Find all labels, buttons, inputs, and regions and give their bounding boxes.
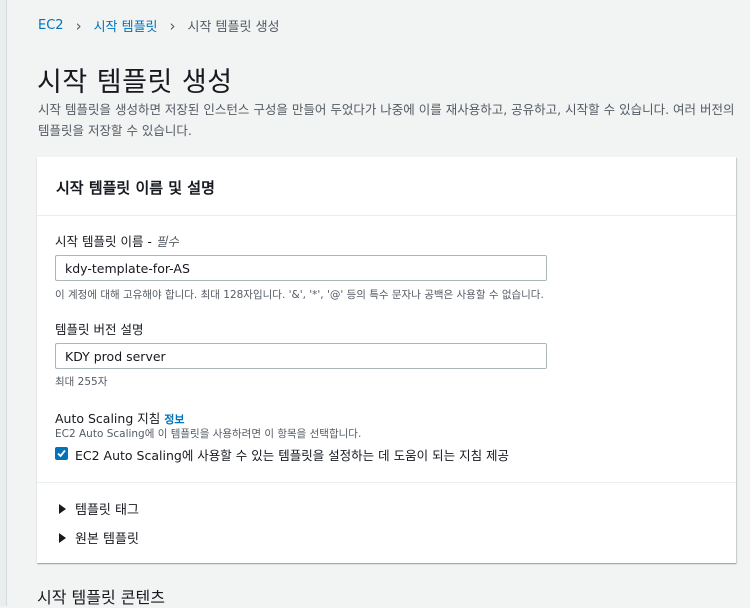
expander-label: 템플릿 태그 — [75, 503, 139, 518]
divider — [37, 482, 736, 483]
template-name-input[interactable] — [55, 255, 547, 281]
autoscaling-hint: EC2 Auto Scaling에 이 템플릿을 사용하려면 이 항목을 선택합… — [55, 428, 362, 440]
chevron-right-icon: › — [75, 16, 82, 35]
page-title: 시작 템플릿 생성 — [37, 67, 233, 98]
autoscaling-checkbox-label[interactable]: EC2 Auto Scaling에 사용할 수 있는 템플릿을 설정하는 데 도… — [75, 445, 509, 464]
breadcrumb-link-ec2[interactable]: EC2 — [38, 18, 64, 33]
breadcrumb-current: 시작 템플릿 생성 — [187, 20, 280, 35]
page-description: 시작 템플릿을 생성하면 저장된 인스턴스 구성을 만들어 두었다가 나중에 이… — [38, 102, 735, 138]
expander-source-template[interactable]: 원본 템플릿 — [59, 528, 139, 547]
template-name-panel: 시작 템플릿 이름 및 설명 시작 템플릿 이름 - 필수 이 계정에 대해 고… — [37, 157, 736, 563]
template-name-label-text: 시작 템플릿 이름 - — [55, 234, 156, 249]
breadcrumb-link-launch-templates[interactable]: 시작 템플릿 — [94, 16, 158, 35]
autoscaling-label-text: Auto Scaling 지침 — [55, 411, 161, 426]
side-nav-strip — [0, 0, 7, 606]
version-description-label: 템플릿 버전 설명 — [55, 322, 144, 337]
panel-title: 시작 템플릿 이름 및 설명 — [56, 179, 215, 197]
breadcrumb: EC2 › 시작 템플릿 › 시작 템플릿 생성 — [38, 16, 280, 36]
autoscaling-label: Auto Scaling 지침 정보 — [55, 408, 185, 427]
info-link[interactable]: 정보 — [164, 413, 184, 426]
required-marker: 필수 — [155, 234, 179, 249]
version-description-input[interactable] — [55, 343, 547, 369]
caret-right-icon — [59, 503, 66, 514]
section-title-template-contents: 시작 템플릿 콘텐츠 — [37, 588, 165, 607]
checkmark-icon — [57, 449, 66, 458]
template-name-label: 시작 템플릿 이름 - 필수 — [55, 231, 179, 250]
autoscaling-checkbox[interactable] — [55, 447, 68, 460]
version-description-hint: 최대 255자 — [55, 376, 108, 388]
expander-template-tags[interactable]: 템플릿 태그 — [59, 499, 139, 518]
caret-right-icon — [59, 532, 66, 543]
template-name-hint: 이 계정에 대해 고유해야 합니다. 최대 128자입니다. '&', '*',… — [55, 289, 544, 301]
panel-header: 시작 템플릿 이름 및 설명 — [37, 157, 736, 216]
chevron-right-icon: › — [169, 16, 176, 35]
expander-label: 원본 템플릿 — [75, 532, 139, 547]
